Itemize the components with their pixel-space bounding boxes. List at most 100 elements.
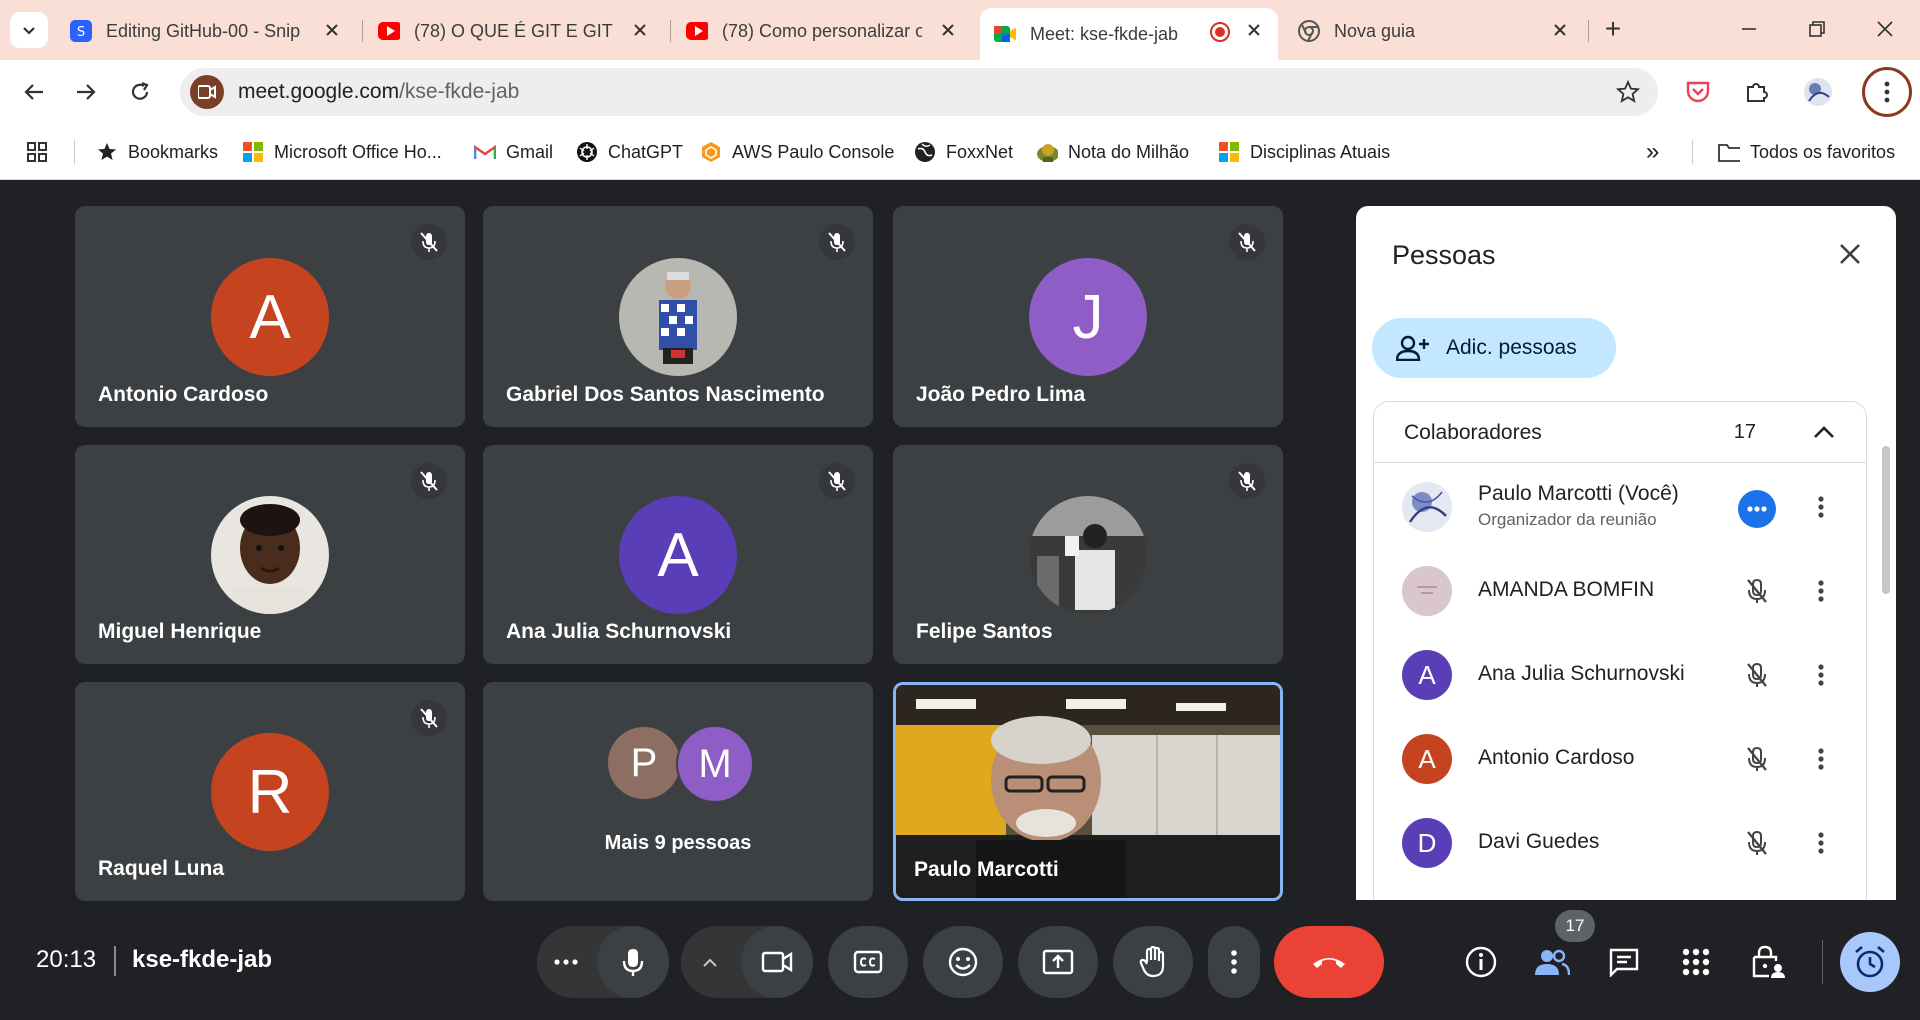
reactions-button[interactable] bbox=[923, 926, 1003, 998]
bookmark-disciplinas[interactable]: Disciplinas Atuais bbox=[1218, 138, 1390, 166]
bookmark-foxxnet[interactable]: FoxxNet bbox=[914, 138, 1013, 166]
timer-button[interactable] bbox=[1840, 932, 1900, 992]
new-tab-button[interactable]: + bbox=[1598, 13, 1628, 44]
bookmark-star-icon[interactable] bbox=[1615, 79, 1641, 109]
restore-button[interactable] bbox=[1802, 14, 1832, 44]
mic-off-icon bbox=[1740, 826, 1774, 860]
avatar: M bbox=[676, 725, 754, 803]
minimize-icon bbox=[1742, 28, 1756, 30]
bookmark-gmail[interactable]: Gmail bbox=[474, 138, 553, 166]
person-options-button[interactable] bbox=[1804, 658, 1838, 692]
people-button[interactable] bbox=[1524, 934, 1580, 990]
chat-button[interactable] bbox=[1596, 934, 1652, 990]
host-controls-button[interactable] bbox=[1740, 934, 1796, 990]
tab-title: (78) O QUE É GIT E GITHU bbox=[414, 20, 614, 41]
reload-button[interactable] bbox=[122, 74, 158, 110]
back-button[interactable] bbox=[16, 74, 52, 110]
bookmark-label: Bookmarks bbox=[128, 141, 219, 162]
tab-search-dropdown[interactable] bbox=[10, 12, 48, 48]
nota-icon bbox=[1036, 141, 1058, 163]
audio-options-button[interactable] bbox=[537, 926, 595, 998]
double-chevron-icon: » bbox=[1646, 138, 1660, 165]
person-name: Davi Guedes bbox=[1478, 830, 1600, 853]
close-tab-icon[interactable] bbox=[1550, 20, 1570, 40]
person-options-button[interactable] bbox=[1804, 490, 1838, 524]
arrow-right-icon bbox=[77, 84, 96, 100]
add-people-button[interactable]: Adic. pessoas bbox=[1372, 318, 1616, 378]
all-bookmarks-button[interactable]: Todos os favoritos bbox=[1718, 138, 1895, 166]
site-info-icon[interactable] bbox=[190, 75, 224, 109]
participant-tile-raquel[interactable]: R Raquel Luna bbox=[75, 682, 465, 901]
minimize-button[interactable] bbox=[1734, 14, 1764, 44]
present-button[interactable] bbox=[1018, 926, 1098, 998]
close-tab-icon[interactable] bbox=[1244, 20, 1264, 40]
person-row[interactable]: A Ana Julia Schurnovski bbox=[1374, 632, 1866, 716]
call-end-icon bbox=[1313, 958, 1345, 968]
leave-call-button[interactable] bbox=[1274, 926, 1384, 998]
captions-button[interactable] bbox=[828, 926, 908, 998]
hand-icon bbox=[1139, 946, 1165, 978]
raise-hand-button[interactable] bbox=[1113, 926, 1193, 998]
close-tab-icon[interactable] bbox=[938, 20, 958, 40]
participant-tile-ana-julia[interactable]: A Ana Julia Schurnovski bbox=[483, 445, 873, 664]
pocket-icon[interactable] bbox=[1680, 74, 1716, 110]
chevron-up-icon[interactable] bbox=[1810, 418, 1838, 446]
close-window-button[interactable] bbox=[1870, 14, 1900, 44]
participant-name: Gabriel Dos Santos Nascimento bbox=[506, 383, 825, 406]
participant-tile-joao[interactable]: J João Pedro Lima bbox=[893, 206, 1283, 427]
close-tab-icon[interactable] bbox=[322, 20, 342, 40]
participant-tile-self-video[interactable]: Paulo Marcotti bbox=[893, 682, 1283, 901]
youtube-icon bbox=[686, 20, 708, 42]
bookmark-bookmarks[interactable]: Bookmarks bbox=[96, 138, 218, 166]
folder-icon bbox=[1718, 141, 1740, 163]
close-tab-icon[interactable] bbox=[630, 20, 650, 40]
person-row[interactable]: A Antonio Cardoso bbox=[1374, 716, 1866, 800]
forward-button[interactable] bbox=[68, 74, 104, 110]
chrome-icon bbox=[1298, 20, 1320, 42]
avatar: A bbox=[1402, 734, 1452, 784]
person-row[interactable]: Paulo Marcotti (Você) Organizador da reu… bbox=[1374, 464, 1866, 548]
person-name: Ana Julia Schurnovski bbox=[1478, 662, 1685, 685]
tab-nova-guia[interactable]: Nova guia bbox=[1284, 8, 1584, 54]
participant-tile-more-people[interactable]: P M Mais 9 pessoas bbox=[483, 682, 873, 901]
bookmark-microsoft-office[interactable]: Microsoft Office Ho... bbox=[242, 138, 442, 166]
activities-button[interactable] bbox=[1668, 934, 1724, 990]
snip-icon: S bbox=[70, 20, 92, 42]
browser-tab-bar: S Editing GitHub-00 - Snip (78) O QUE É … bbox=[0, 0, 1920, 60]
chevron-down-icon bbox=[23, 27, 35, 35]
browser-menu-button[interactable] bbox=[1862, 67, 1912, 117]
alarm-icon bbox=[1855, 946, 1885, 978]
bookmark-aws[interactable]: AWS Paulo Console bbox=[700, 138, 894, 166]
person-options-button[interactable] bbox=[1804, 742, 1838, 776]
close-panel-button[interactable] bbox=[1830, 234, 1870, 274]
person-row[interactable]: D Davi Guedes bbox=[1374, 800, 1866, 884]
participant-tile-gabriel[interactable]: Gabriel Dos Santos Nascimento bbox=[483, 206, 873, 427]
tab-youtube-personalizar[interactable]: (78) Como personalizar o bbox=[672, 8, 972, 54]
person-options-button[interactable] bbox=[1804, 574, 1838, 608]
participant-tile-felipe[interactable]: Felipe Santos bbox=[893, 445, 1283, 664]
panel-scrollbar[interactable] bbox=[1882, 446, 1890, 594]
address-bar[interactable]: meet.google.com/kse-fkde-jab bbox=[180, 68, 1658, 116]
person-options-button[interactable] bbox=[1804, 826, 1838, 860]
collaborators-header[interactable]: Colaboradores 17 bbox=[1374, 402, 1866, 463]
tab-meet[interactable]: Meet: kse-fkde-jab bbox=[980, 8, 1278, 60]
tab-snip[interactable]: S Editing GitHub-00 - Snip bbox=[56, 8, 356, 54]
bookmark-nota-do-milhao[interactable]: Nota do Milhão bbox=[1036, 138, 1189, 166]
camera-button[interactable] bbox=[741, 926, 813, 998]
tab-youtube-git[interactable]: (78) O QUE É GIT E GITHU bbox=[364, 8, 664, 54]
meeting-details-button[interactable] bbox=[1453, 934, 1509, 990]
video-options-button[interactable] bbox=[681, 926, 739, 998]
extensions-icon[interactable] bbox=[1738, 74, 1774, 110]
apps-grid-icon[interactable] bbox=[26, 138, 48, 166]
microphone-button[interactable] bbox=[597, 926, 669, 998]
profile-avatar[interactable] bbox=[1800, 74, 1836, 110]
bookmark-chatgpt[interactable]: ChatGPT bbox=[576, 138, 683, 166]
person-row[interactable]: AMANDA BOMFIN bbox=[1374, 548, 1866, 632]
participant-tile-miguel[interactable]: Miguel Henrique bbox=[75, 445, 465, 664]
participant-tile-antonio[interactable]: A Antonio Cardoso bbox=[75, 206, 465, 427]
person-name: AMANDA BOMFIN bbox=[1478, 578, 1655, 601]
more-bookmarks-button[interactable]: » bbox=[1646, 138, 1659, 166]
bookmark-divider bbox=[74, 140, 75, 164]
more-options-button[interactable] bbox=[1208, 926, 1260, 998]
bookmark-label: FoxxNet bbox=[946, 141, 1014, 162]
